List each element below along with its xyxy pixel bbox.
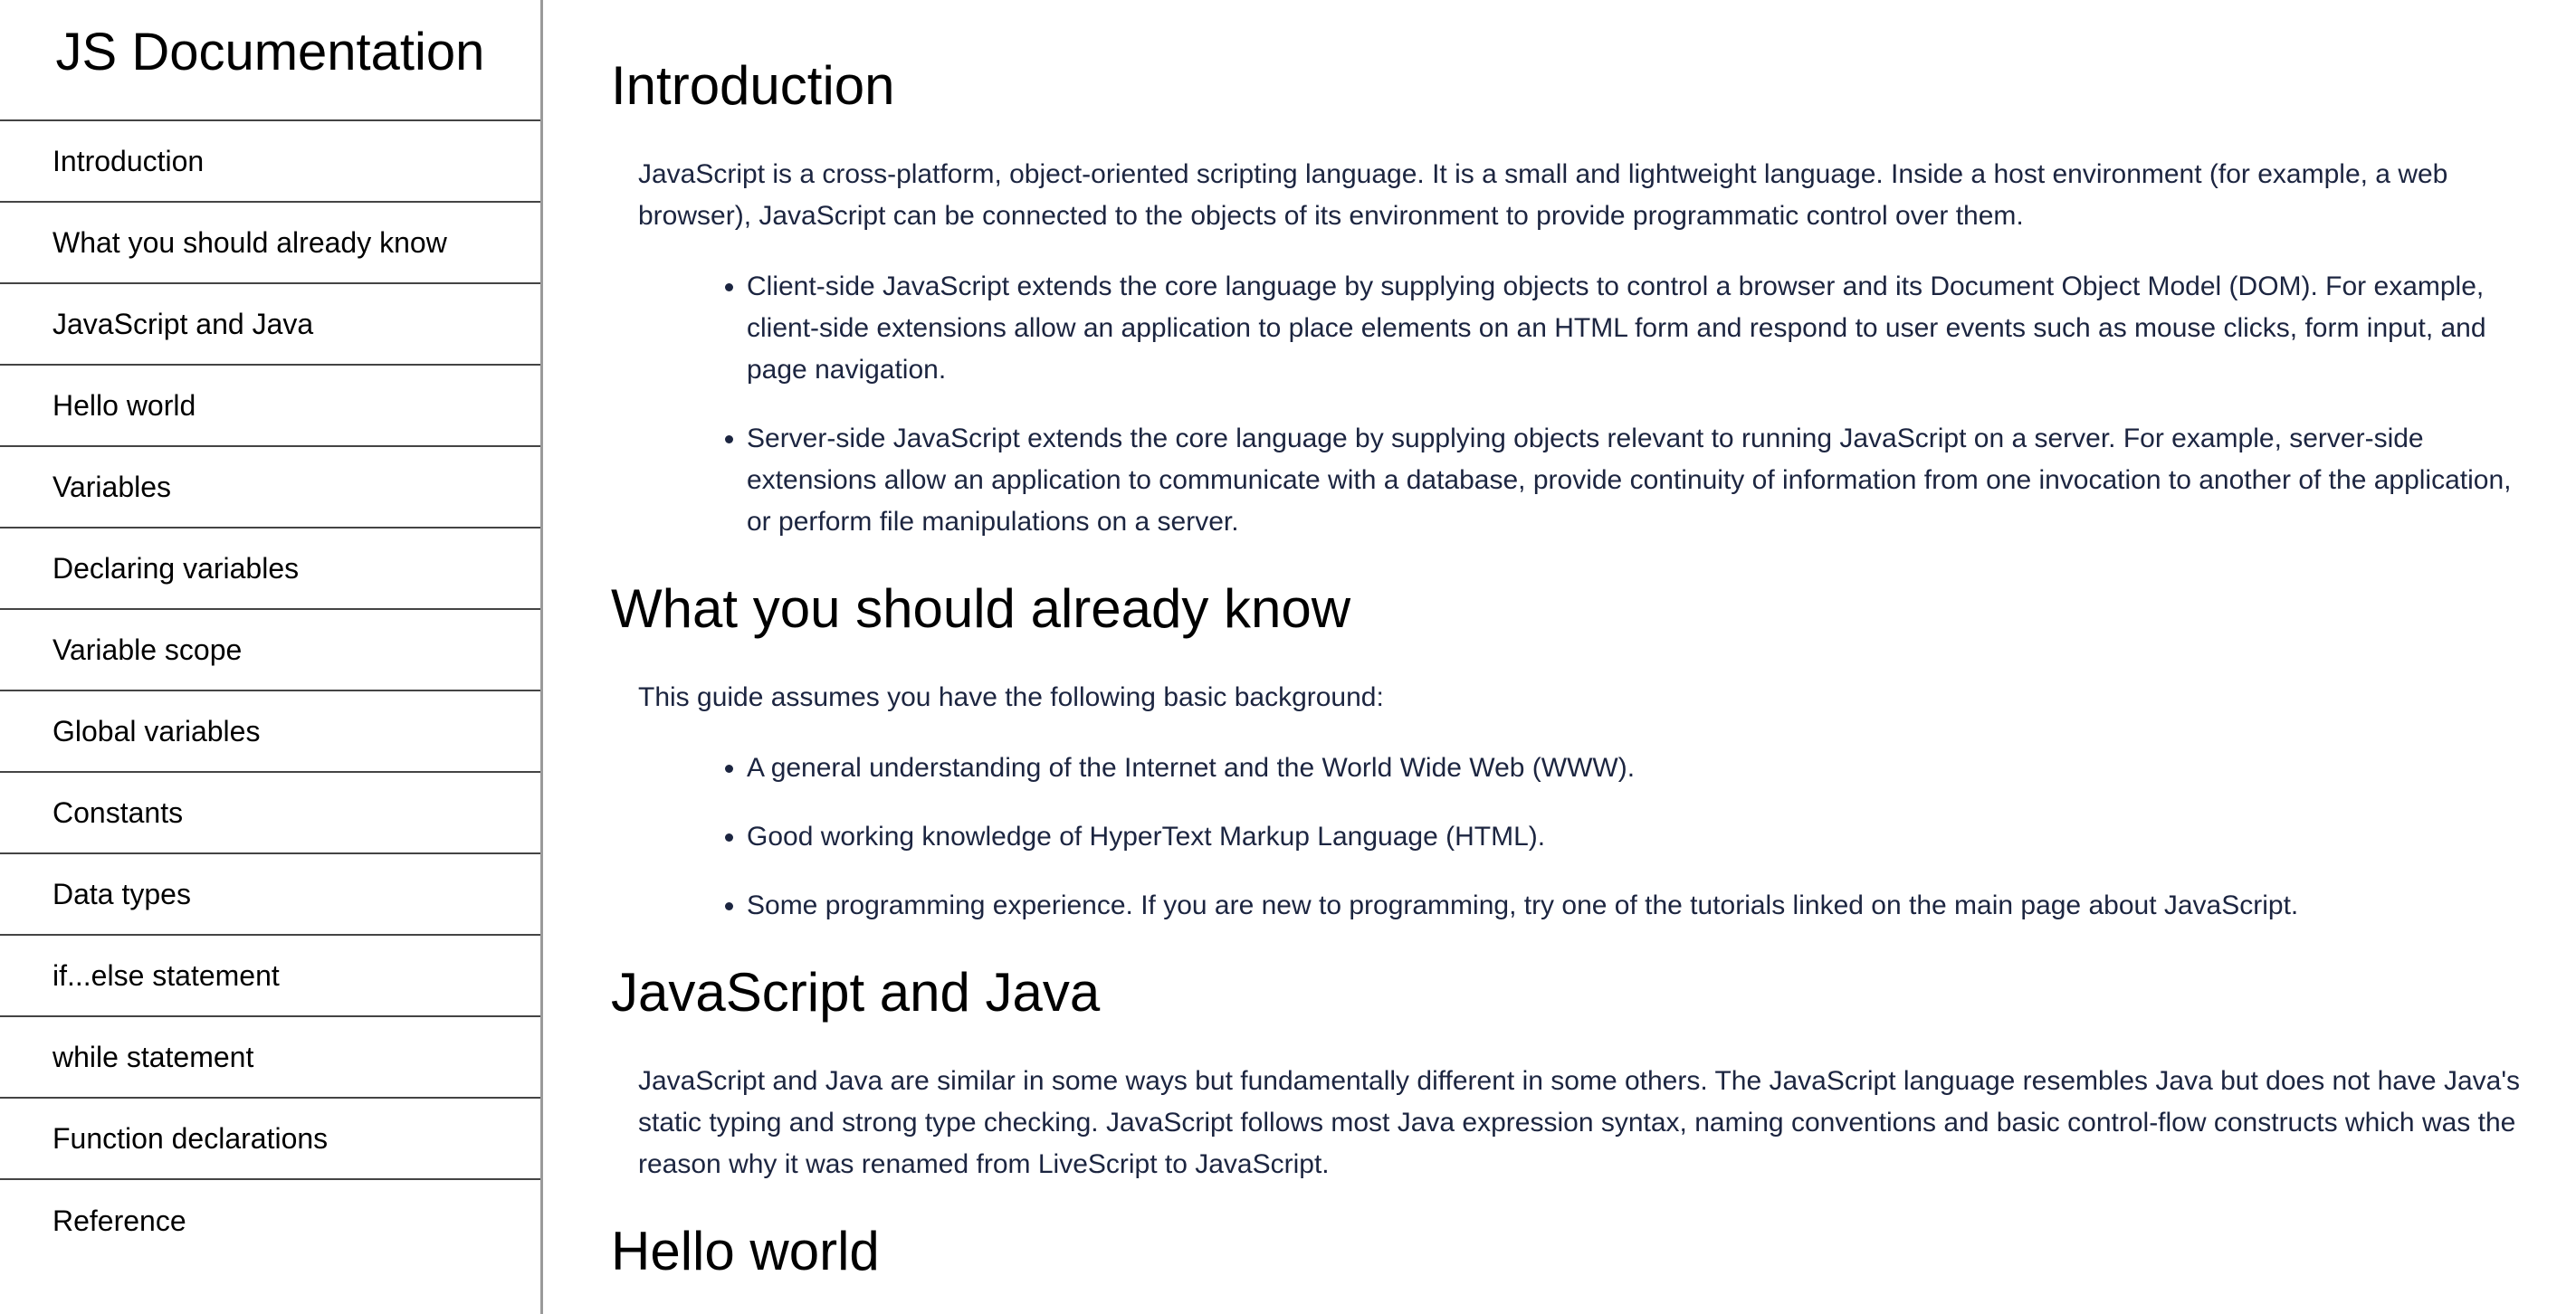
section-heading: Hello world xyxy=(611,1221,880,1281)
section-paragraph: JavaScript and Java are similar in some … xyxy=(638,1066,2521,1179)
section-paragraph: JavaScript is a cross-platform, object-o… xyxy=(638,159,2448,231)
list-item: Some programming experience. If you are … xyxy=(747,885,2539,927)
section-paragraph: This guide assumes you have the followin… xyxy=(638,682,1384,712)
nav-title: JS Documentation xyxy=(0,0,540,121)
list-item: Good working knowledge of HyperText Mark… xyxy=(747,816,2539,858)
nav-link-variable-scope[interactable]: Variable scope xyxy=(0,610,540,691)
section-javascript-and-java: JavaScript and Java JavaScript and Java … xyxy=(611,961,2539,1185)
section-introduction: Introduction JavaScript is a cross-platf… xyxy=(611,54,2539,543)
nav-link-while-statement[interactable]: while statement xyxy=(0,1017,540,1099)
section-what-you-should-already-know: What you should already know This guide … xyxy=(611,577,2539,927)
nav-link-global-variables[interactable]: Global variables xyxy=(0,691,540,773)
sidebar-nav: JS Documentation Introduction What you s… xyxy=(0,0,543,1314)
bullet-list: A general understanding of the Internet … xyxy=(611,747,2539,927)
section-heading: What you should already know xyxy=(611,578,1351,639)
list-item: Client-side JavaScript extends the core … xyxy=(747,266,2539,391)
nav-link-function-declarations[interactable]: Function declarations xyxy=(0,1099,540,1180)
nav-link-what-you-should-already-know[interactable]: What you should already know xyxy=(0,203,540,284)
bullet-list: Client-side JavaScript extends the core … xyxy=(611,266,2539,543)
nav-link-variables[interactable]: Variables xyxy=(0,447,540,528)
nav-link-reference[interactable]: Reference xyxy=(0,1180,540,1262)
section-heading: Introduction xyxy=(611,55,895,116)
nav-link-javascript-and-java[interactable]: JavaScript and Java xyxy=(0,284,540,366)
main-document: Introduction JavaScript is a cross-platf… xyxy=(611,0,2539,1314)
list-item: A general understanding of the Internet … xyxy=(747,747,2539,789)
nav-link-declaring-variables[interactable]: Declaring variables xyxy=(0,528,540,610)
nav-link-hello-world[interactable]: Hello world xyxy=(0,366,540,447)
nav-link-if-else-statement[interactable]: if...else statement xyxy=(0,936,540,1017)
nav-link-data-types[interactable]: Data types xyxy=(0,854,540,936)
list-item: Server-side JavaScript extends the core … xyxy=(747,418,2539,543)
nav-link-constants[interactable]: Constants xyxy=(0,773,540,854)
section-heading: JavaScript and Java xyxy=(611,962,1101,1023)
section-hello-world: Hello world xyxy=(611,1220,2539,1283)
nav-link-introduction[interactable]: Introduction xyxy=(0,121,540,203)
